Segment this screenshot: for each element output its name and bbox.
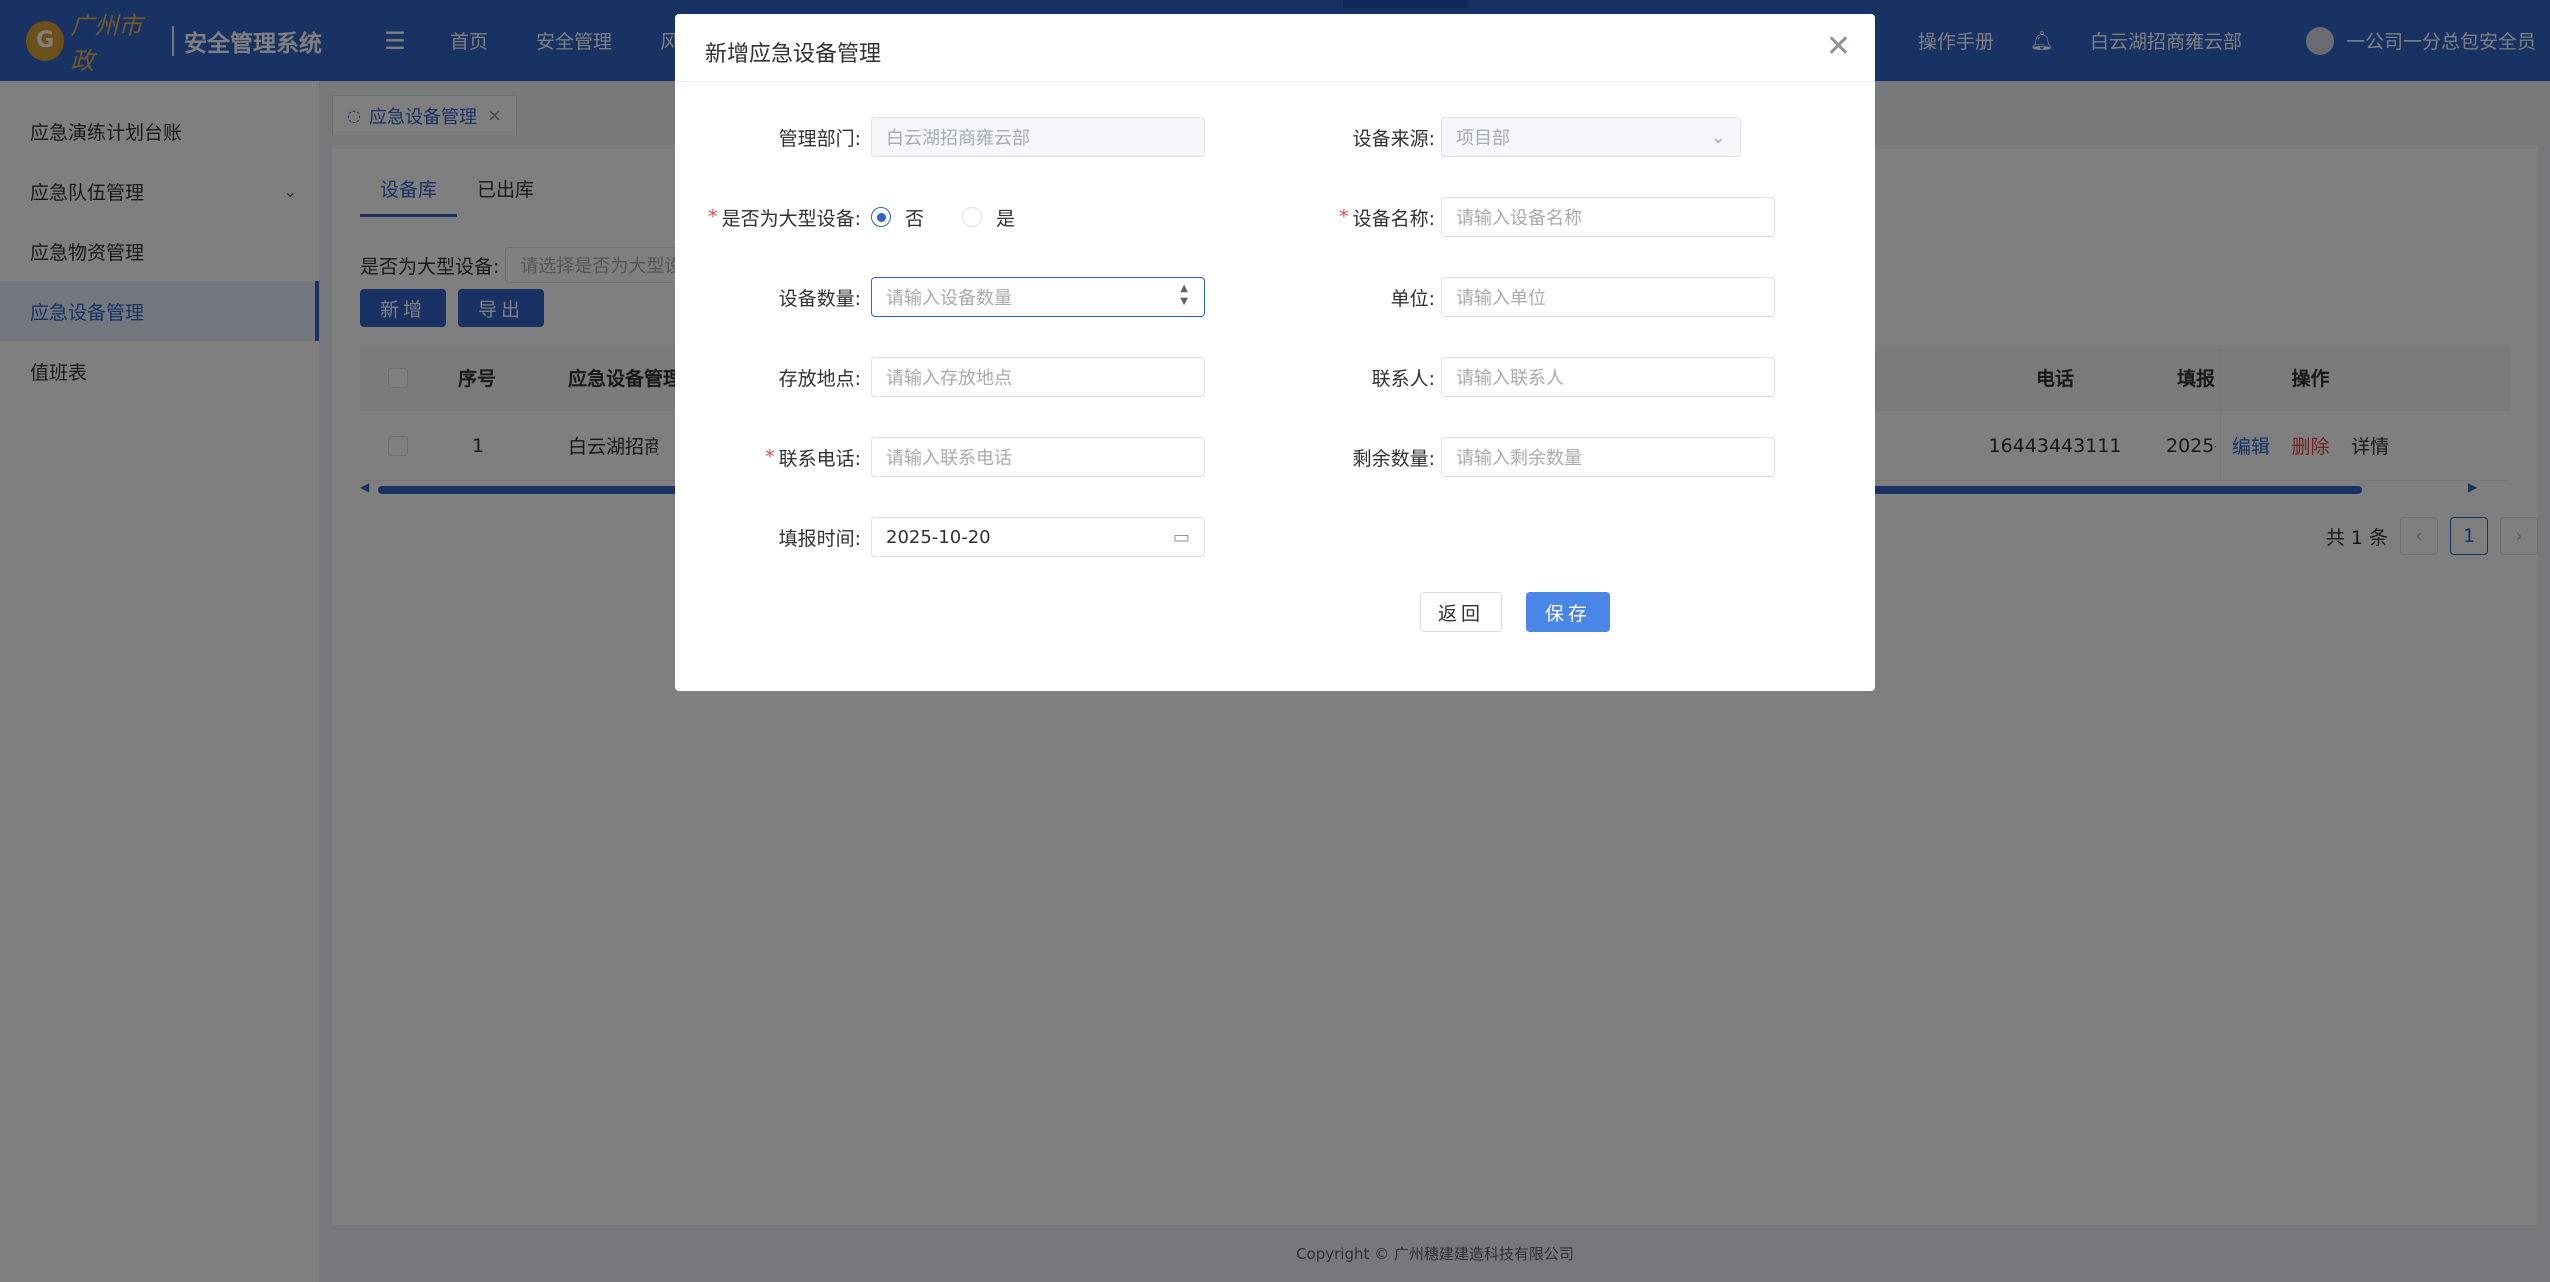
- contact-label: 联系人:: [1371, 367, 1435, 390]
- qty-placeholder: 请输入设备数量: [886, 288, 1012, 309]
- back-button[interactable]: 返回: [1420, 592, 1502, 632]
- stepper-arrows-icon[interactable]: ▲ ▼: [1180, 282, 1188, 308]
- large-radio-group: 否 是: [871, 197, 1053, 237]
- contact-input[interactable]: 请输入联系人: [1441, 357, 1775, 397]
- remain-label: 剩余数量:: [1352, 447, 1435, 470]
- radio-checked-icon: [871, 207, 891, 227]
- required-mark: *: [708, 206, 718, 228]
- required-mark: *: [765, 446, 775, 468]
- source-label: 设备来源:: [1352, 127, 1435, 150]
- source-label-wrap: 设备来源:: [1275, 117, 1435, 157]
- close-icon[interactable]: ✕: [1826, 32, 1851, 62]
- large-label-wrap: * 是否为大型设备:: [675, 197, 861, 237]
- required-mark: *: [1339, 206, 1349, 228]
- source-select: 项目部 ⌄: [1441, 117, 1741, 157]
- radio-unchecked-icon: [962, 207, 983, 227]
- save-button[interactable]: 保存: [1526, 592, 1610, 632]
- dept-input: 白云湖招商雍云部: [871, 117, 1205, 157]
- radio-no[interactable]: 否: [871, 204, 924, 231]
- contact-label-wrap: 联系人:: [1275, 357, 1435, 397]
- unit-label: 单位:: [1390, 287, 1435, 310]
- unit-input[interactable]: 请输入单位: [1441, 277, 1775, 317]
- calendar-icon[interactable]: ▭: [1173, 527, 1190, 548]
- name-label-wrap: * 设备名称:: [1275, 197, 1435, 237]
- remain-label-wrap: 剩余数量:: [1275, 437, 1435, 477]
- date-label-wrap: 填报时间:: [675, 517, 861, 557]
- add-equipment-dialog: 新增应急设备管理 ✕ 管理部门: 白云湖招商雍云部 设备来源: 项目部 ⌄ * 是…: [675, 14, 1875, 691]
- dialog-title: 新增应急设备管理: [705, 42, 882, 67]
- phone-label-wrap: * 联系电话:: [675, 437, 861, 477]
- quantity-stepper[interactable]: 请输入设备数量 ▲ ▼: [871, 277, 1205, 317]
- dialog-divider: [675, 81, 1875, 82]
- large-label: * 是否为大型设备:: [708, 206, 861, 230]
- qty-label: 设备数量:: [778, 287, 861, 310]
- name-label: * 设备名称:: [1339, 206, 1435, 230]
- equipment-name-input[interactable]: 请输入设备名称: [1441, 197, 1775, 237]
- location-label-wrap: 存放地点:: [675, 357, 861, 397]
- qty-label-wrap: 设备数量:: [675, 277, 861, 317]
- location-label: 存放地点:: [778, 367, 861, 390]
- date-value: 2025-10-20: [886, 526, 991, 548]
- dept-label: 管理部门:: [778, 127, 861, 150]
- phone-input[interactable]: 请输入联系电话: [871, 437, 1205, 477]
- unit-label-wrap: 单位:: [1275, 277, 1435, 317]
- source-value: 项目部: [1456, 128, 1510, 149]
- chevron-down-icon: ⌄: [1710, 126, 1726, 148]
- date-picker[interactable]: 2025-10-20 ▭: [871, 517, 1205, 557]
- remaining-quantity-input[interactable]: 请输入剩余数量: [1441, 437, 1775, 477]
- location-input[interactable]: 请输入存放地点: [871, 357, 1205, 397]
- date-label: 填报时间:: [778, 527, 861, 550]
- radio-yes[interactable]: 是: [962, 204, 1015, 231]
- phone-label: * 联系电话:: [765, 446, 861, 470]
- dept-label-wrap: 管理部门:: [675, 117, 861, 157]
